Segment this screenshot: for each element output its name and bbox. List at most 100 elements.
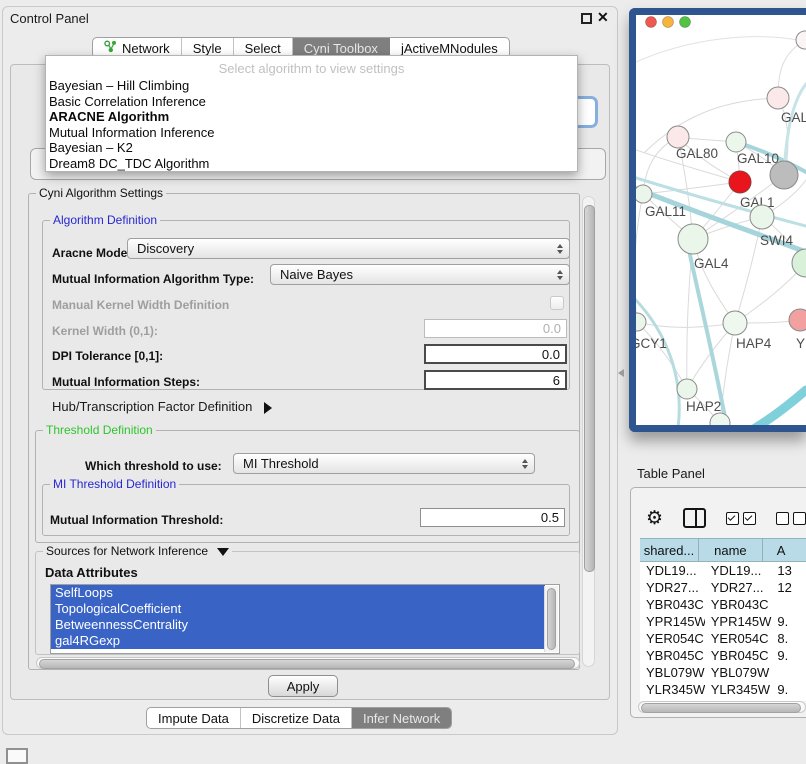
network-node-label: Y — [796, 336, 805, 351]
network-node-label: GAL10 — [737, 151, 779, 166]
stepper-arrows-icon — [557, 239, 563, 258]
network-node[interactable] — [770, 161, 798, 189]
settings-vertical-scrollbar[interactable] — [582, 196, 595, 667]
manual-kernel-width-label: Manual Kernel Width Definition — [52, 298, 229, 312]
close-icon[interactable]: ✕ — [597, 9, 609, 26]
network-edge[interactable] — [637, 322, 687, 389]
apply-button[interactable]: Apply — [268, 675, 338, 697]
table-cell: YDL19... — [640, 562, 705, 579]
stepper-arrows-icon — [557, 265, 563, 284]
table-cell: YPR145W — [705, 613, 775, 630]
algorithm-option[interactable]: Bayesian – Hill Climbing — [46, 78, 577, 94]
table-cell: YBL079W — [640, 664, 705, 681]
attributes-scrollbar-thumb[interactable] — [547, 588, 556, 650]
table-cell: 13 — [774, 562, 806, 579]
algorithm-option[interactable]: Bayesian – K2 — [46, 140, 577, 156]
network-node[interactable] — [767, 87, 789, 109]
dpi-tolerance-input[interactable]: 0.0 — [424, 344, 567, 364]
table-row[interactable]: YER054CYER054C8. — [640, 630, 806, 647]
network-node[interactable] — [789, 309, 806, 331]
table-row[interactable]: YPR145WYPR145W9. — [640, 613, 806, 630]
algorithm-dropdown-popup: Select algorithm to view settings Bayesi… — [45, 55, 578, 172]
close-traffic-light-icon[interactable] — [646, 17, 657, 28]
table-horizontal-scrollbar-thumb[interactable] — [641, 703, 801, 713]
network-node[interactable] — [636, 185, 652, 203]
table-row[interactable]: YDL19...YDL19...13 — [640, 562, 806, 579]
network-edge[interactable] — [752, 390, 806, 425]
mi-algorithm-type-label: Mutual Information Algorithm Type: — [52, 272, 254, 286]
kernel-width-input[interactable]: 0.0 — [424, 319, 567, 338]
mi-algorithm-type-combobox[interactable]: Naive Bayes — [270, 264, 570, 285]
attribute-item[interactable]: TopologicalCoefficient — [51, 601, 545, 617]
cyni-bottom-tabbar: Impute Data Discretize Data Infer Network — [146, 707, 452, 729]
split-view-icon[interactable] — [683, 508, 706, 528]
network-node[interactable] — [678, 224, 708, 254]
which-threshold-combobox[interactable]: MI Threshold — [233, 453, 535, 474]
mi-steps-input[interactable]: 6 — [424, 370, 567, 390]
table-row[interactable]: YBR045CYBR045C9. — [640, 647, 806, 664]
network-node[interactable] — [667, 126, 689, 148]
table-row[interactable]: YBL079WYBL079W — [640, 664, 806, 681]
table-cell: YBR043C — [705, 596, 775, 613]
algorithm-option[interactable]: ARACNE Algorithm — [46, 109, 577, 125]
table-cell: YBR045C — [640, 647, 705, 664]
attributes-scrollbar[interactable] — [544, 586, 558, 652]
network-edge[interactable] — [636, 37, 798, 62]
uncheck-all-icon[interactable] — [776, 512, 806, 525]
algorithm-option[interactable]: Dream8 DC_TDC Algorithm — [46, 156, 577, 172]
table-row[interactable]: YDR27...YDR27...12 — [640, 579, 806, 596]
attribute-item[interactable]: SelfLoops — [51, 585, 545, 601]
tab-infer-network[interactable]: Infer Network — [352, 708, 451, 728]
data-attributes-list[interactable]: SelfLoopsTopologicalCoefficientBetweenne… — [50, 584, 560, 654]
settings-horizontal-scrollbar-thumb[interactable] — [39, 659, 575, 669]
table-cell: YBL079W — [705, 664, 775, 681]
network-node[interactable] — [729, 171, 751, 193]
network-node[interactable] — [750, 205, 774, 229]
attribute-item[interactable]: BetweennessCentrality — [51, 617, 545, 633]
column-header[interactable]: A — [763, 539, 806, 561]
panel-splitter-arrow-icon[interactable] — [618, 369, 624, 377]
manual-kernel-width-checkbox[interactable] — [550, 296, 564, 310]
column-header[interactable]: shared... — [640, 539, 699, 561]
tab-label: Impute Data — [158, 711, 229, 726]
zoom-traffic-light-icon[interactable] — [680, 17, 691, 28]
check-all-icon[interactable] — [726, 512, 756, 525]
algorithm-option[interactable]: Mutual Information Inference — [46, 125, 577, 141]
network-edge[interactable] — [645, 98, 778, 152]
network-view-window[interactable]: GALGAL80GAL10GAL1GAL11SWI4GAL4GCY1HAP4YH… — [629, 8, 806, 432]
mi-threshold-input[interactable]: 0.5 — [420, 508, 565, 527]
network-node[interactable] — [677, 379, 697, 399]
hub-definition-toggle[interactable]: Hub/Transcription Factor Definition — [52, 399, 272, 414]
column-header[interactable]: name — [699, 539, 763, 561]
settings-horizontal-scrollbar[interactable] — [36, 657, 580, 669]
mi-steps-label: Mutual Information Steps: — [52, 375, 200, 389]
network-node[interactable] — [723, 311, 747, 335]
network-node[interactable] — [796, 31, 806, 49]
table-row[interactable]: YBR043CYBR043C — [640, 596, 806, 613]
network-node-label: GAL80 — [676, 146, 718, 161]
network-edge[interactable] — [637, 322, 735, 327]
sources-title[interactable]: Sources for Network Inference — [43, 544, 232, 558]
table-horizontal-scrollbar[interactable] — [638, 701, 806, 713]
network-node[interactable] — [792, 249, 806, 277]
network-node[interactable] — [726, 132, 746, 152]
tab-label: Infer Network — [363, 711, 440, 726]
tab-discretize-data[interactable]: Discretize Data — [241, 708, 352, 728]
table-cell: YPR145W — [640, 613, 705, 630]
gear-icon[interactable]: ⚙ — [646, 508, 663, 528]
tab-impute-data[interactable]: Impute Data — [147, 708, 241, 728]
settings-vertical-scrollbar-thumb[interactable] — [584, 205, 595, 572]
attribute-item[interactable]: gal4RGexp — [51, 633, 545, 649]
algorithm-option[interactable]: Basic Correlation Inference — [46, 94, 577, 110]
network-node[interactable] — [636, 313, 646, 331]
algorithm-popup-placeholder: Select algorithm to view settings — [46, 56, 577, 78]
collapsed-arrow-icon — [264, 402, 272, 414]
table-panel-title: Table Panel — [637, 466, 705, 481]
network-canvas[interactable]: GALGAL80GAL10GAL1GAL11SWI4GAL4GCY1HAP4YH… — [636, 15, 806, 425]
minimize-traffic-light-icon[interactable] — [663, 17, 674, 28]
network-node-label: GAL — [781, 110, 806, 125]
table-row[interactable]: YLR345WYLR345W9. — [640, 681, 806, 698]
float-window-icon[interactable] — [581, 13, 592, 24]
aracne-mode-combobox[interactable]: Discovery — [127, 238, 570, 259]
tab-label: Style — [193, 41, 222, 56]
